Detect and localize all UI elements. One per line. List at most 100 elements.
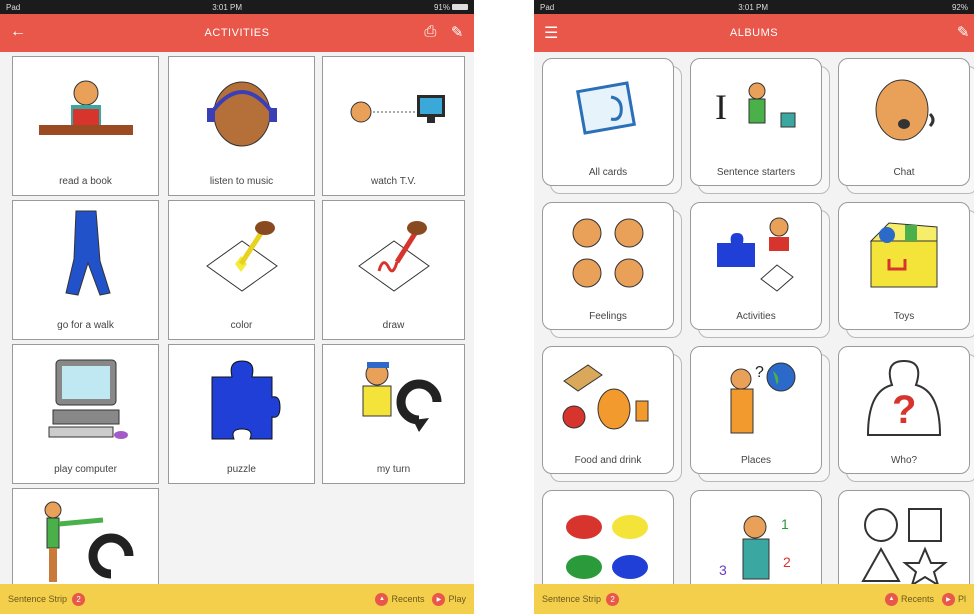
album-label: Sentence starters — [716, 166, 796, 178]
my-turn-icon — [362, 362, 441, 432]
battery-indicator: 92% — [951, 2, 968, 12]
sentence-strip-bar[interactable]: Sentence Strip 2 ▲ Recents ▶ Pl — [534, 584, 974, 614]
card-your-turn[interactable] — [12, 488, 159, 588]
sentence-strip-label[interactable]: Sentence Strip — [8, 594, 67, 604]
svg-text:I: I — [715, 87, 727, 127]
color-icon — [205, 221, 278, 292]
status-bar: Pad 3:01 PM 92% — [534, 0, 974, 14]
watch-tv-icon — [350, 95, 445, 123]
status-bar: Pad 3:01 PM 91% — [0, 0, 474, 14]
colors-icon — [566, 515, 648, 579]
pencil-icon[interactable]: ✎ — [957, 23, 970, 41]
page-title: ALBUMS — [729, 27, 779, 39]
card-label: color — [230, 319, 253, 331]
printer-icon[interactable]: ⎙ — [424, 23, 437, 41]
album-label: Chat — [893, 166, 915, 178]
svg-text:1: 1 — [781, 516, 789, 532]
recents-icon[interactable]: ▲ — [375, 592, 389, 606]
card-label: draw — [382, 319, 405, 331]
album-all-cards[interactable]: All cards — [542, 58, 682, 194]
album-toys[interactable]: Toys — [838, 202, 974, 338]
sentence-count-badge: 2 — [606, 592, 620, 606]
clock: 3:01 PM — [212, 2, 242, 12]
recents-icon[interactable]: ▲ — [884, 592, 898, 606]
album-label: Places — [740, 454, 771, 466]
svg-text:3: 3 — [719, 562, 727, 578]
card-color[interactable]: color — [168, 200, 315, 340]
card-draw[interactable]: draw — [322, 200, 465, 340]
menu-icon[interactable]: ☰ — [544, 23, 559, 43]
feelings-icon — [572, 218, 644, 288]
albums-screen: Pad 3:01 PM 92% ☰ ALBUMS ✎ All cards I S… — [534, 0, 974, 614]
card-label: watch T.V. — [370, 175, 417, 187]
play-icon[interactable]: ▶ — [432, 592, 446, 606]
recents-button[interactable]: Recents — [391, 594, 424, 604]
card-watch-tv[interactable]: watch T.V. — [322, 56, 465, 196]
draw-icon — [357, 221, 430, 292]
who-icon: ? — [866, 359, 942, 436]
card-play-computer[interactable]: play computer — [12, 344, 159, 484]
album-label: Who? — [890, 454, 918, 466]
all-cards-icon — [575, 81, 637, 135]
card-grid: read a book listen to music watch T.V. g… — [0, 52, 474, 588]
album-places[interactable]: ? Places — [690, 346, 830, 482]
computer-icon — [48, 359, 128, 439]
svg-text:?: ? — [892, 388, 916, 432]
recents-button[interactable]: Recents — [901, 594, 934, 604]
album-grid: All cards I Sentence starters Chat Feeli… — [534, 52, 974, 600]
album-sentence-starters[interactable]: I Sentence starters — [690, 58, 830, 194]
card-my-turn[interactable]: my turn — [322, 344, 465, 484]
header-bar: ← ACTIVITIES ⎙ ✎ — [0, 14, 474, 52]
places-icon: ? — [730, 362, 796, 434]
carrier-label: Pad — [6, 2, 21, 12]
walk-icon — [64, 210, 111, 296]
back-arrow-icon[interactable]: ← — [10, 23, 27, 41]
numbers-icon: 1 2 3 — [719, 515, 791, 580]
activities-screen: Pad 3:01 PM 91% ← ACTIVITIES ⎙ ✎ read a … — [0, 0, 474, 614]
card-label: puzzle — [227, 463, 256, 475]
food-drink-icon — [562, 364, 649, 430]
clock: 3:01 PM — [738, 2, 768, 12]
album-feelings[interactable]: Feelings — [542, 202, 682, 338]
album-who[interactable]: ? Who? — [838, 346, 974, 482]
card-label: listen to music — [209, 175, 274, 187]
header-bar: ☰ ALBUMS ✎ — [534, 14, 974, 52]
album-label: All cards — [588, 166, 628, 178]
activities-icon — [717, 217, 794, 292]
play-button[interactable]: Play — [448, 594, 466, 604]
card-go-for-a-walk[interactable]: go for a walk — [12, 200, 159, 340]
puzzle-icon — [211, 360, 281, 440]
album-chat[interactable]: Chat — [838, 58, 974, 194]
card-read-a-book[interactable]: read a book — [12, 56, 159, 196]
pencil-icon[interactable]: ✎ — [451, 23, 464, 41]
card-listen-to-music[interactable]: listen to music — [168, 56, 315, 196]
card-label: read a book — [59, 175, 112, 187]
read-book-icon — [38, 80, 133, 135]
album-label: Activities — [736, 310, 776, 322]
shapes-icon — [861, 508, 948, 588]
sentence-count-badge: 2 — [72, 592, 86, 606]
sentence-starters-icon: I — [715, 82, 796, 128]
album-label: Toys — [893, 310, 915, 322]
sentence-strip-label[interactable]: Sentence Strip — [542, 594, 601, 604]
album-food-and-drink[interactable]: Food and drink — [542, 346, 682, 482]
sentence-strip-bar[interactable]: Sentence Strip 2 ▲ Recents ▶ Play — [0, 584, 474, 614]
album-activities[interactable]: Activities — [690, 202, 830, 338]
card-label: play computer — [54, 463, 117, 475]
toys-icon — [869, 222, 938, 288]
svg-text:2: 2 — [783, 554, 791, 570]
svg-text:?: ? — [755, 364, 764, 381]
play-button[interactable]: Pl — [958, 594, 966, 604]
carrier-label: Pad — [540, 2, 555, 12]
your-turn-icon — [44, 501, 133, 582]
card-label: my turn — [376, 463, 411, 475]
play-icon[interactable]: ▶ — [941, 592, 955, 606]
album-label: Feelings — [589, 310, 627, 322]
listen-music-icon — [206, 81, 277, 147]
chat-icon — [875, 79, 935, 141]
battery-icon — [451, 4, 468, 11]
card-label: go for a walk — [57, 319, 114, 331]
battery-indicator: 91% — [434, 3, 468, 12]
page-title: ACTIVITIES — [204, 27, 270, 39]
card-puzzle[interactable]: puzzle — [168, 344, 315, 484]
